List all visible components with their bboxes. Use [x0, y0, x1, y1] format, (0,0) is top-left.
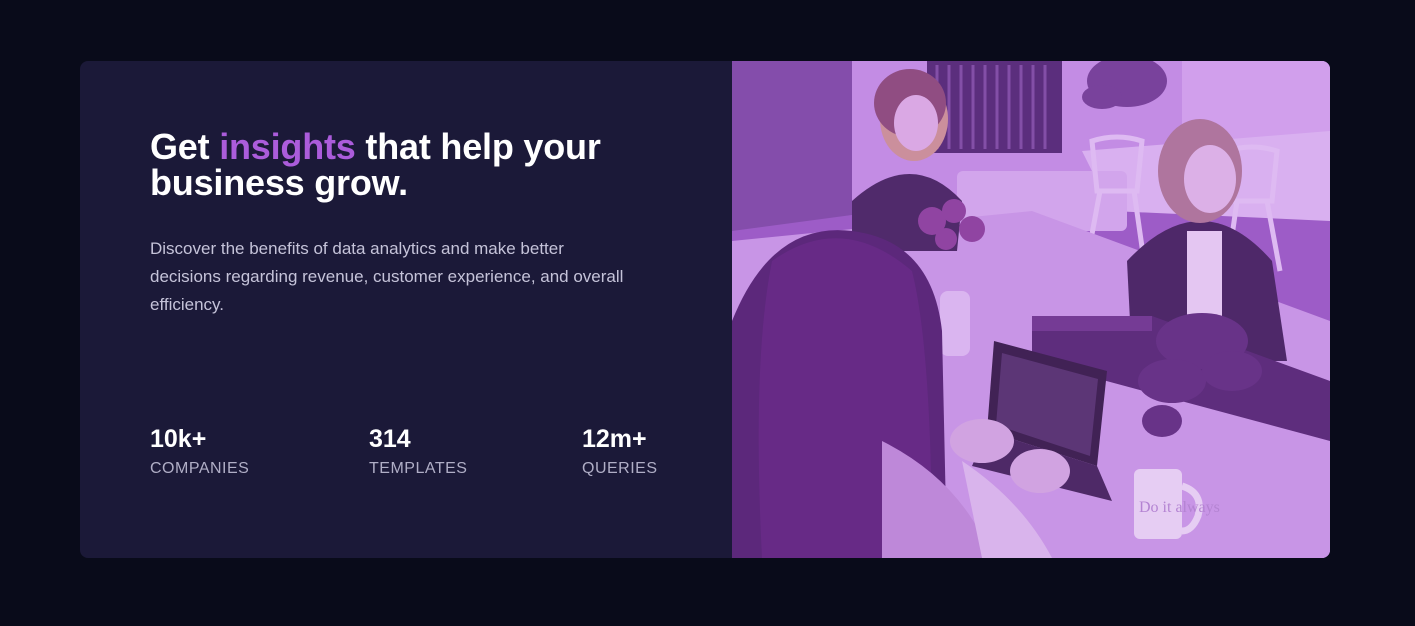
stats-preview-card: Get insights that help your business gro… — [80, 61, 1330, 558]
stat-label: QUERIES — [582, 460, 658, 477]
stat-queries: 12m+ QUERIES — [582, 423, 658, 479]
stats-row: 10k+ COMPANIES 314 TEMPLATES 12m+ QUERIE… — [150, 423, 710, 493]
stat-value: 10k+ — [150, 425, 207, 453]
stat-templates: 314 TEMPLATES — [369, 423, 467, 479]
headline-before: Get — [150, 126, 220, 167]
stat-label: COMPANIES — [150, 460, 250, 477]
description: Discover the benefits of data analytics … — [150, 239, 624, 314]
stat-companies: 10k+ COMPANIES — [150, 423, 249, 479]
office-photo: Do it always — [732, 61, 1330, 558]
stat-value: 314 — [369, 425, 411, 453]
stat-label: TEMPLATES — [369, 460, 468, 477]
office-scene-illustration: Do it always — [732, 61, 1330, 558]
headline: Get insights that help your business gro… — [150, 129, 670, 201]
stat-value: 12m+ — [582, 425, 647, 453]
headline-accent: insights — [219, 126, 356, 167]
card-content: Get insights that help your business gro… — [150, 61, 710, 558]
